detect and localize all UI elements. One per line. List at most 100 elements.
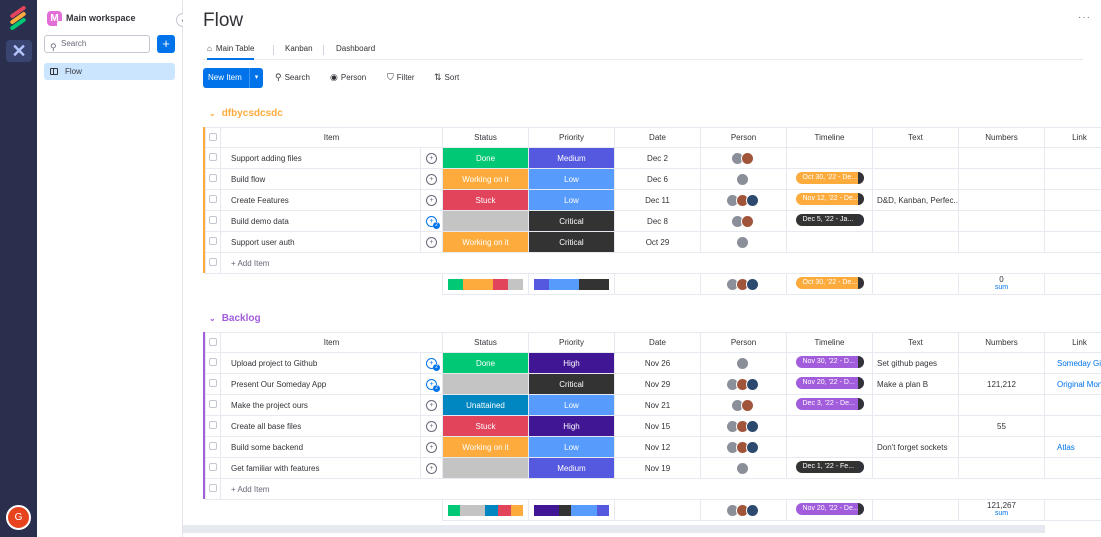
numbers-cell[interactable]	[958, 189, 1045, 211]
table-row[interactable]: Support adding files + Done Medium Dec 2	[205, 147, 1101, 169]
avatar[interactable]	[735, 461, 749, 475]
conversation-cell[interactable]: +	[420, 436, 443, 458]
add-board-button[interactable]: +	[157, 35, 175, 53]
conversation-icon[interactable]: +	[426, 152, 437, 164]
row-checkbox-cell[interactable]	[205, 394, 221, 416]
person-cell[interactable]	[700, 147, 787, 169]
avatar[interactable]	[735, 172, 749, 186]
link-cell[interactable]: Atlas	[1044, 436, 1101, 458]
numbers-cell[interactable]	[958, 147, 1045, 169]
date-cell[interactable]: Nov 21	[614, 394, 701, 416]
person-cell[interactable]	[700, 352, 787, 374]
date-cell[interactable]: Nov 15	[614, 415, 701, 437]
date-cell[interactable]: Dec 8	[614, 210, 701, 232]
checkbox[interactable]	[209, 153, 217, 161]
more-options-icon[interactable]: ···	[1078, 12, 1091, 23]
priority-cell[interactable]: High	[528, 352, 615, 374]
workspace-icon[interactable]: ✕	[6, 40, 32, 62]
tab-dashboard[interactable]: Dashboard	[336, 44, 375, 53]
filter-button[interactable]: ⛉ Filter	[387, 72, 415, 83]
column-header-priority[interactable]: Priority	[528, 127, 615, 148]
column-header-item[interactable]: Item	[220, 332, 443, 353]
date-cell[interactable]: Dec 6	[614, 168, 701, 190]
column-header-link[interactable]: Link	[1044, 332, 1101, 353]
timeline-cell[interactable]	[786, 436, 873, 458]
numbers-cell[interactable]	[958, 394, 1045, 416]
conversation-icon[interactable]: +2	[426, 378, 440, 392]
table-row[interactable]: Create all base files + Stuck High Nov 15 55	[205, 415, 1101, 437]
date-cell[interactable]: Oct 29	[614, 231, 701, 253]
date-cell[interactable]: Dec 11	[614, 189, 701, 211]
text-cell[interactable]	[872, 457, 959, 479]
item-name[interactable]: Get familiar with features	[220, 457, 421, 479]
checkbox[interactable]	[209, 463, 217, 471]
link-cell[interactable]	[1044, 457, 1101, 479]
timeline-pill[interactable]: Oct 30, '22 - De...	[795, 172, 864, 184]
conversation-cell[interactable]: +	[420, 457, 443, 479]
workspace-name[interactable]: Main workspace	[66, 13, 136, 23]
timeline-cell[interactable]: Dec 1, '22 - Fe...	[786, 457, 873, 479]
priority-cell[interactable]: Critical	[528, 373, 615, 395]
text-cell[interactable]	[872, 168, 959, 190]
link-cell[interactable]	[1044, 189, 1101, 211]
status-cell[interactable]: Done	[442, 352, 529, 374]
text-cell[interactable]: Make a plan B	[872, 373, 959, 395]
conversation-icon[interactable]: +	[426, 462, 437, 474]
status-summary-bar[interactable]	[442, 273, 529, 295]
item-name[interactable]: Support user auth	[220, 231, 421, 253]
numbers-cell[interactable]	[958, 352, 1045, 374]
conversation-icon[interactable]: +	[426, 420, 437, 432]
column-header-item[interactable]: Item	[220, 127, 443, 148]
link-cell[interactable]	[1044, 147, 1101, 169]
link-cell[interactable]: Original Mond	[1044, 373, 1101, 395]
link-cell[interactable]	[1044, 168, 1101, 190]
numbers-cell[interactable]	[958, 210, 1045, 232]
group-title[interactable]: ⌄ Backlog	[209, 313, 261, 324]
avatar[interactable]	[740, 398, 754, 412]
timeline-cell[interactable]	[786, 231, 873, 253]
column-header-person[interactable]: Person	[700, 332, 787, 353]
conversation-icon[interactable]: +	[426, 399, 437, 411]
row-checkbox-cell[interactable]	[205, 352, 221, 374]
avatar[interactable]	[735, 235, 749, 249]
status-cell[interactable]: Stuck	[442, 189, 529, 211]
checkbox[interactable]	[209, 195, 217, 203]
new-item-button[interactable]: New Item ▾	[203, 68, 263, 88]
column-header-text[interactable]: Text	[872, 332, 959, 353]
conversation-icon[interactable]: +2	[426, 215, 440, 229]
person-cell[interactable]	[700, 436, 787, 458]
date-cell[interactable]: Nov 12	[614, 436, 701, 458]
table-row[interactable]: Upload project to Github +2 Done High Nov 26…	[205, 352, 1101, 374]
timeline-cell[interactable]: Nov 12, '22 - De...	[786, 189, 873, 211]
timeline-pill[interactable]: Dec 1, '22 - Fe...	[795, 461, 864, 473]
column-header-text[interactable]: Text	[872, 127, 959, 148]
checkbox[interactable]	[209, 421, 217, 429]
conversation-cell[interactable]: +	[420, 415, 443, 437]
table-row[interactable]: Support user auth + Working on it Critical O…	[205, 231, 1101, 253]
table-row[interactable]: Present Our Someday App +2 Critical Nov 29 N…	[205, 373, 1101, 395]
row-checkbox-cell[interactable]	[205, 373, 221, 395]
conversation-cell[interactable]: +	[420, 394, 443, 416]
column-header-date[interactable]: Date	[614, 332, 701, 353]
app-logo-icon[interactable]	[9, 5, 27, 31]
table-row[interactable]: Create Features + Stuck Low Dec 11 Nov 12, '2…	[205, 189, 1101, 211]
person-cell[interactable]	[700, 210, 787, 232]
avatar[interactable]	[745, 377, 759, 391]
priority-cell[interactable]: High	[528, 415, 615, 437]
timeline-pill[interactable]: Dec 3, '22 - De...	[795, 398, 864, 410]
timeline-cell[interactable]	[786, 415, 873, 437]
priority-cell[interactable]: Critical	[528, 231, 615, 253]
priority-cell[interactable]: Critical	[528, 210, 615, 232]
conversation-cell[interactable]: +	[420, 168, 443, 190]
conversation-icon[interactable]: +	[426, 441, 437, 453]
conversation-icon[interactable]: +	[426, 173, 437, 185]
row-checkbox-cell[interactable]	[205, 231, 221, 253]
numbers-cell[interactable]: 121,212	[958, 373, 1045, 395]
link-cell[interactable]	[1044, 415, 1101, 437]
conversation-cell[interactable]: +2	[420, 210, 443, 232]
timeline-cell[interactable]: Dec 5, '22 - Ja...	[786, 210, 873, 232]
conversation-cell[interactable]: +	[420, 231, 443, 253]
person-cell[interactable]	[700, 189, 787, 211]
column-header-timeline[interactable]: Timeline	[786, 127, 873, 148]
column-header-person[interactable]: Person	[700, 127, 787, 148]
